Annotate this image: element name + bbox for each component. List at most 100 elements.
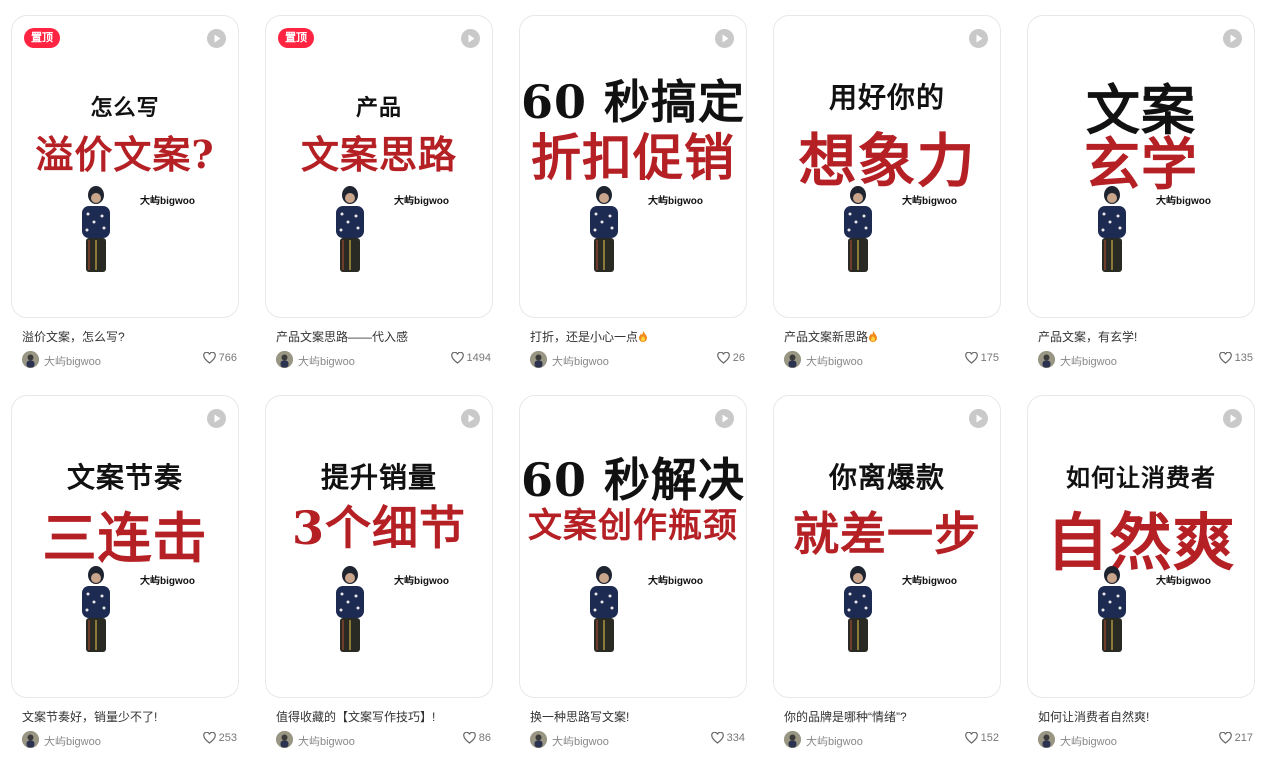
note-title[interactable]: 换一种思路写文案!	[530, 708, 745, 725]
note-meta: 大屿bigwoo 86	[276, 731, 491, 749]
author-avatar[interactable]	[1038, 351, 1055, 368]
cover-headline-line: 溢价文案?	[35, 132, 215, 177]
cover-person-image	[76, 186, 116, 276]
pinned-badge: 置顶	[24, 28, 60, 48]
like-count: 26	[732, 352, 745, 364]
cover-headline-line: 想象力	[798, 127, 976, 195]
cover-person-image	[1092, 186, 1132, 276]
note-card[interactable]: 文案节奏 三连击 大屿bigwoo 文案节奏好，销量少不了! 大屿bigwoo 253	[11, 395, 239, 755]
note-title[interactable]: 产品文案，有玄学!	[1038, 328, 1253, 345]
cover-brand-label: 大屿bigwoo	[902, 576, 957, 587]
cover-headline-line: 你离爆款	[828, 461, 945, 494]
play-icon	[461, 29, 480, 48]
note-title[interactable]: 产品文案新思路	[784, 328, 999, 345]
note-card[interactable]: 如何让消费者 自然爽 大屿bigwoo 如何让消费者自然爽! 大屿bigwoo 217	[1027, 395, 1255, 755]
author-avatar[interactable]	[530, 731, 547, 748]
author-avatar[interactable]	[276, 351, 293, 368]
author-avatar[interactable]	[784, 731, 801, 748]
note-cover[interactable]: 你离爆款 就差一步 大屿bigwoo	[773, 395, 1001, 698]
author-avatar[interactable]	[784, 351, 801, 368]
cover-headline-line: 用好你的	[828, 81, 945, 114]
note-card[interactable]: 文案 玄学 大屿bigwoo 产品文案，有玄学! 大屿bigwoo 135	[1027, 15, 1255, 375]
note-title-text: 产品文案新思路	[784, 330, 869, 344]
author-name[interactable]: 大屿bigwoo	[44, 733, 101, 749]
author-name[interactable]: 大屿bigwoo	[298, 733, 355, 749]
author-name[interactable]: 大屿bigwoo	[44, 353, 101, 369]
note-title[interactable]: 如何让消费者自然爽!	[1038, 708, 1253, 725]
cover-headline-line: 自然爽	[1046, 506, 1236, 579]
heart-icon	[1218, 732, 1232, 744]
cover-headline-line: 文案思路	[300, 132, 457, 177]
note-title-text: 值得收藏的【文案写作技巧】!	[276, 710, 436, 724]
note-cover[interactable]: 提升销量 3个细节 大屿bigwoo	[265, 395, 493, 698]
play-icon	[207, 29, 226, 48]
author-name[interactable]: 大屿bigwoo	[806, 733, 863, 749]
like-count: 1494	[466, 352, 491, 364]
like-button[interactable]: 766	[202, 352, 237, 364]
cover-person-image	[330, 566, 370, 656]
like-button[interactable]: 86	[462, 732, 491, 744]
note-title[interactable]: 文案节奏好，销量少不了!	[22, 708, 237, 725]
like-count: 766	[218, 352, 237, 364]
cover-headline-line: 文案节奏	[66, 461, 183, 494]
author-name[interactable]: 大屿bigwoo	[298, 353, 355, 369]
play-icon	[207, 409, 226, 428]
note-cover[interactable]: 如何让消费者 自然爽 大屿bigwoo	[1027, 395, 1255, 698]
note-card[interactable]: 用好你的 想象力 大屿bigwoo 产品文案新思路 大屿bigwoo 175	[773, 15, 1001, 375]
note-title-text: 你的品牌是哪种“情绪”?	[784, 710, 907, 724]
note-title[interactable]: 你的品牌是哪种“情绪”?	[784, 708, 999, 725]
like-button[interactable]: 1494	[450, 352, 491, 364]
note-cover[interactable]: 置顶 怎么写 溢价文案? 大屿bigwoo	[11, 15, 239, 318]
cover-brand-label: 大屿bigwoo	[394, 196, 449, 207]
note-cover[interactable]: 60 秒搞定 折扣促销 大屿bigwoo	[519, 15, 747, 318]
heart-icon	[716, 352, 730, 364]
note-card[interactable]: 提升销量 3个细节 大屿bigwoo 值得收藏的【文案写作技巧】! 大屿bigwoo 86	[265, 395, 493, 755]
note-meta: 大屿bigwoo 253	[22, 731, 237, 749]
like-button[interactable]: 253	[202, 732, 237, 744]
author-name[interactable]: 大屿bigwoo	[1060, 353, 1117, 369]
author-avatar[interactable]	[276, 731, 293, 748]
note-title[interactable]: 打折，还是小心一点	[530, 328, 745, 345]
note-cover[interactable]: 文案节奏 三连击 大屿bigwoo	[11, 395, 239, 698]
author-avatar[interactable]	[22, 731, 39, 748]
author-name[interactable]: 大屿bigwoo	[552, 353, 609, 369]
note-cover[interactable]: 60 秒解决 文案创作瓶颈 大屿bigwoo	[519, 395, 747, 698]
pinned-badge: 置顶	[278, 28, 314, 48]
note-cover[interactable]: 置顶产品文案思路大屿bigwoo	[265, 15, 493, 318]
author-name[interactable]: 大屿bigwoo	[806, 353, 863, 369]
play-icon	[715, 29, 734, 48]
note-meta: 大屿bigwoo 26	[530, 351, 745, 369]
note-card[interactable]: 置顶 产品 文案思路 大屿bigwoo 产品文案思路——代入感 大屿bigwoo 1494	[265, 15, 493, 375]
like-count: 217	[1234, 732, 1253, 744]
note-meta: 大屿bigwoo 135	[1038, 351, 1253, 369]
like-button[interactable]: 135	[1218, 352, 1253, 364]
author-name[interactable]: 大屿bigwoo	[552, 733, 609, 749]
note-card[interactable]: 60 秒解决 文案创作瓶颈 大屿bigwoo 换一种思路写文案! 大屿bigwoo 334	[519, 395, 747, 755]
like-button[interactable]: 334	[710, 732, 745, 744]
note-card[interactable]: 60 秒搞定 折扣促销 大屿bigwoo 打折，还是小心一点大屿bigwoo 26	[519, 15, 747, 375]
play-icon	[969, 29, 988, 48]
note-title-text: 产品文案，有玄学!	[1038, 330, 1138, 344]
author-avatar[interactable]	[530, 351, 547, 368]
note-card[interactable]: 你离爆款 就差一步 大屿bigwoo 你的品牌是哪种“情绪”? 大屿bigwoo 152	[773, 395, 1001, 755]
like-button[interactable]: 217	[1218, 732, 1253, 744]
author-avatar[interactable]	[1038, 731, 1055, 748]
note-title[interactable]: 产品文案思路——代入感	[276, 328, 491, 345]
like-button[interactable]: 26	[716, 352, 745, 364]
like-count: 152	[980, 732, 999, 744]
note-card[interactable]: 置顶 怎么写 溢价文案? 大屿bigwoo 溢价文案，怎么写? 大屿bigwoo 766	[11, 15, 239, 375]
note-cover[interactable]: 文案 玄学 大屿bigwoo	[1027, 15, 1255, 318]
note-title[interactable]: 溢价文案，怎么写?	[22, 328, 237, 345]
note-meta: 大屿bigwoo 152	[784, 731, 999, 749]
author-avatar[interactable]	[22, 351, 39, 368]
note-title-text: 文案节奏好，销量少不了!	[22, 710, 158, 724]
play-icon	[461, 409, 480, 428]
cover-headline-line: 如何让消费者	[1066, 463, 1216, 492]
note-title[interactable]: 值得收藏的【文案写作技巧】!	[276, 708, 491, 725]
note-cover[interactable]: 用好你的 想象力 大屿bigwoo	[773, 15, 1001, 318]
like-button[interactable]: 175	[964, 352, 999, 364]
author-name[interactable]: 大屿bigwoo	[1060, 733, 1117, 749]
cover-headline-line: 产品	[355, 95, 402, 121]
cover-person-image	[584, 566, 624, 656]
like-button[interactable]: 152	[964, 732, 999, 744]
